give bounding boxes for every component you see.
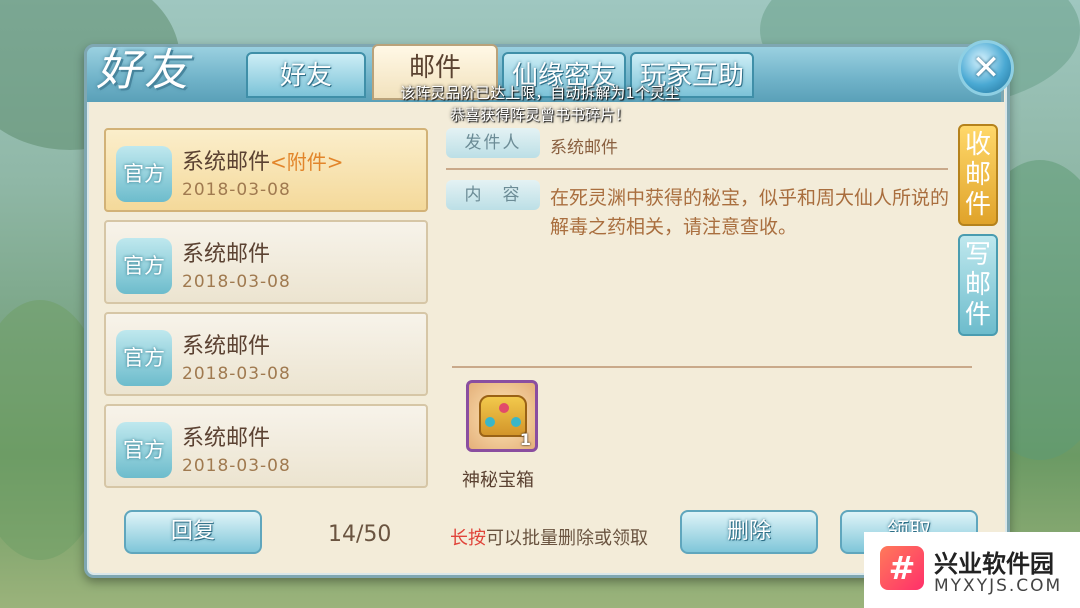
mail-title: 系统邮件 (182, 242, 271, 267)
gem (499, 403, 509, 413)
hint-text: 长按可以批量删除或领取 (450, 524, 648, 550)
reward-item-slot[interactable]: 1 (466, 380, 538, 452)
mail-list-item[interactable]: 官方 系统邮件 2018-03-08 (104, 220, 428, 304)
watermark-logo-icon: # (880, 546, 924, 590)
site-watermark: # 兴业软件园 MYXYJS.COM (864, 532, 1080, 608)
system-notice: 该阵灵品阶已达上限，自动拆解为1个灵尘 (400, 84, 680, 102)
mail-counter: 14/50 (328, 522, 392, 547)
divider (452, 366, 972, 368)
attachment-tag: <附件> (270, 150, 344, 174)
item-name: 神秘宝箱 (462, 470, 534, 491)
mail-date: 2018-03-08 (182, 456, 291, 476)
reply-button[interactable]: 回复 (124, 510, 262, 554)
delete-button[interactable]: 删除 (680, 510, 818, 554)
mail-date: 2018-03-08 (182, 364, 291, 384)
mail-date: 2018-03-08 (182, 180, 291, 200)
tab-inbox[interactable]: 收邮件 (958, 124, 998, 226)
official-badge: 官方 (116, 238, 172, 294)
mail-list-item[interactable]: 官方 系统邮件 2018-03-08 (104, 404, 428, 488)
sender-label: 发件人 (446, 128, 540, 158)
mail-content: 在死灵渊中获得的秘宝，似乎和周大仙人所说的解毒之药相关，请注意查收。 (550, 187, 950, 238)
gem (485, 417, 495, 427)
gem (511, 417, 521, 427)
official-badge: 官方 (116, 146, 172, 202)
official-badge: 官方 (116, 422, 172, 478)
tab-compose[interactable]: 写邮件 (958, 234, 998, 336)
mail-list-item[interactable]: 官方 系统邮件<附件> 2018-03-08 (104, 128, 428, 212)
content-label: 内 容 (446, 180, 540, 210)
hint-highlight: 长按 (450, 528, 486, 549)
official-badge: 官方 (116, 330, 172, 386)
watermark-url: MYXYJS.COM (934, 576, 1063, 596)
mail-title: 系统邮件 (182, 334, 271, 359)
mail-list: 官方 系统邮件<附件> 2018-03-08 官方 系统邮件 2018-03-0… (104, 118, 430, 498)
sender-value: 系统邮件 (550, 138, 618, 158)
mail-list-item[interactable]: 官方 系统邮件 2018-03-08 (104, 312, 428, 396)
mail-date: 2018-03-08 (182, 272, 291, 292)
divider (446, 168, 948, 170)
watermark-name: 兴业软件园 (934, 550, 1054, 578)
hint-rest: 可以批量删除或领取 (486, 528, 648, 549)
mail-title: 系统邮件 (182, 426, 271, 451)
mail-title: 系统邮件 (182, 150, 271, 175)
item-count: 1 (519, 430, 531, 449)
